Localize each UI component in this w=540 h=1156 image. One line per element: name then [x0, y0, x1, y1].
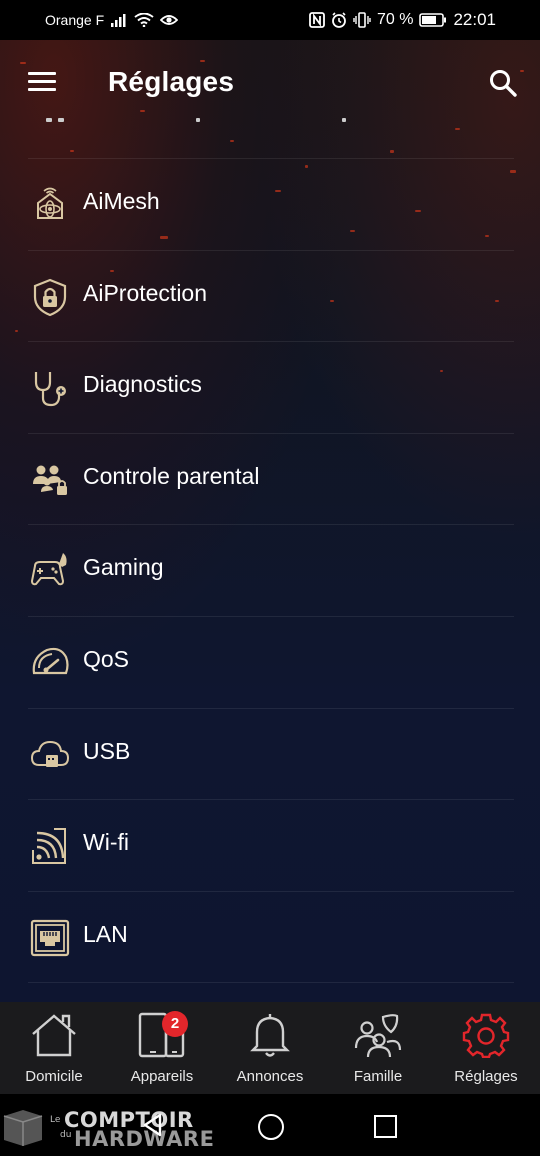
battery-percent: 70 %	[376, 11, 414, 28]
clock: 22:01	[453, 10, 496, 29]
settings-item-label: Diagnostics	[83, 371, 202, 398]
list-divider	[28, 158, 514, 159]
tab-reglages[interactable]: Réglages	[432, 1002, 540, 1094]
watermark-le: Le	[50, 1115, 61, 1125]
settings-item-qos[interactable]: QoS	[0, 615, 540, 708]
wifi-tablet-icon	[32, 828, 66, 865]
ethernet-port-icon	[30, 919, 70, 956]
settings-item-diagnostics[interactable]: Diagnostics	[0, 341, 540, 433]
list-divider	[28, 432, 514, 434]
tab-appareils[interactable]: Appareils	[108, 1002, 216, 1094]
tab-label: Famille	[353, 1068, 403, 1085]
tab-domicile[interactable]: Domicile	[0, 1002, 108, 1094]
aimesh-icon	[37, 187, 63, 219]
page-title: Réglages	[108, 66, 235, 97]
list-divider	[28, 890, 514, 892]
watermark-cube-icon	[3, 1110, 43, 1146]
settings-item-aimesh[interactable]: AiMesh	[0, 158, 540, 250]
system-navigation-bar: Le du COMPTOIR HARDWARE	[0, 1094, 540, 1156]
settings-item-label: Gaming	[83, 554, 164, 581]
parental-control-icon	[33, 465, 67, 495]
status-bar: Orange F 70 % 22:01	[0, 0, 540, 40]
search-icon[interactable]	[488, 68, 518, 98]
settings-item-aiprotection[interactable]: AiProtection	[0, 249, 540, 342]
list-end	[0, 982, 540, 992]
home-circle-icon[interactable]	[258, 1114, 284, 1140]
settings-item-label: Controle parental	[83, 462, 260, 489]
app-bar: Réglages	[0, 40, 540, 122]
settings-item-label: AiMesh	[83, 188, 160, 214]
tab-label: Annonces	[236, 1068, 304, 1085]
speedometer-icon	[32, 647, 69, 675]
signal-icon	[111, 14, 126, 27]
list-divider	[28, 982, 514, 984]
gear-icon	[462, 1013, 510, 1058]
settings-item-label: QoS	[83, 645, 130, 672]
list-divider	[28, 524, 514, 526]
settings-item-usb[interactable]: USB	[0, 707, 540, 800]
gamepad-rocket-icon	[30, 553, 67, 586]
hamburger-menu-icon[interactable]	[28, 72, 56, 92]
tab-label: Réglages	[454, 1068, 518, 1085]
tab-label: Appareils	[130, 1068, 194, 1085]
settings-item-label: Wi-fi	[83, 829, 129, 856]
alarm-icon	[332, 12, 346, 28]
list-divider	[28, 249, 514, 251]
status-bar-left: Orange F	[45, 12, 179, 28]
shield-lock-icon	[33, 278, 67, 316]
settings-list: AiMesh AiProtection Diagnostics Controle…	[0, 158, 540, 992]
bell-icon	[250, 1014, 290, 1057]
settings-item-label: LAN	[83, 920, 128, 947]
settings-item-parental-control[interactable]: Controle parental	[0, 432, 540, 525]
list-divider	[28, 615, 514, 617]
tab-label: Domicile	[25, 1068, 83, 1085]
tab-annonces[interactable]: Annonces	[216, 1002, 324, 1094]
eye-icon	[160, 15, 179, 25]
recents-icon[interactable]	[374, 1115, 397, 1138]
carrier-name: Orange F	[45, 12, 105, 28]
devices-count-badge: 2	[162, 1011, 188, 1037]
nfc-icon	[309, 12, 325, 28]
settings-item-lan[interactable]: LAN	[0, 890, 540, 983]
cloud-usb-icon	[30, 740, 70, 767]
bottom-navigation: Domicile Appareils 2 Annonces Famille Ré…	[0, 1002, 540, 1094]
settings-item-gaming[interactable]: Gaming	[0, 524, 540, 616]
settings-item-label: AiProtection	[83, 279, 208, 306]
list-divider	[28, 707, 514, 709]
wifi-icon	[134, 13, 154, 27]
battery-icon	[419, 13, 447, 27]
list-divider	[28, 799, 514, 801]
list-divider	[28, 341, 514, 343]
status-bar-right: 70 % 22:01	[309, 10, 496, 30]
watermark-logo: Le du COMPTOIR HARDWARE	[0, 1108, 220, 1151]
settings-item-label: USB	[83, 737, 131, 764]
family-icon	[354, 1014, 402, 1058]
stethoscope-icon	[34, 372, 66, 407]
settings-item-wifi[interactable]: Wi-fi	[0, 799, 540, 891]
home-icon	[32, 1014, 76, 1057]
tab-famille[interactable]: Famille	[324, 1002, 432, 1094]
vibrate-icon	[353, 12, 371, 28]
back-icon[interactable]	[140, 1112, 166, 1138]
